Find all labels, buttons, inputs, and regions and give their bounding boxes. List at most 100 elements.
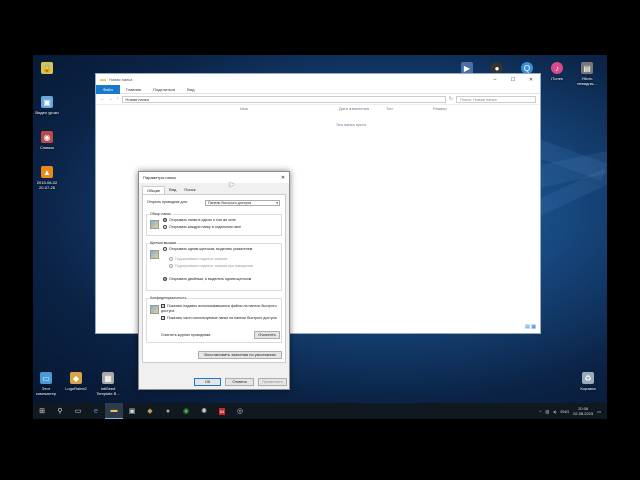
address-row: ← → ↑ Новая папка ↻ Поиск: Новая папка <box>96 94 540 105</box>
checkbox[interactable] <box>161 315 165 320</box>
logo-icon: ◆ <box>70 372 82 384</box>
app-icon-5[interactable]: ◎ <box>231 403 249 419</box>
desktop-icon-lock[interactable]: 🔒 <box>29 62 65 76</box>
click-group-title: Щелчки мышью <box>149 241 178 246</box>
folder-options-dialog[interactable]: Параметры папок ✕ Общие Вид Поиск Открыт… <box>138 171 290 390</box>
tab-view[interactable]: Вид <box>181 87 200 92</box>
store-icon[interactable]: ▣ <box>123 403 141 419</box>
start-button[interactable]: ⊞ <box>33 403 51 419</box>
recycle-bin-icon: ♻ <box>582 372 594 384</box>
address-bar[interactable]: Новая папка <box>121 95 446 103</box>
search-input[interactable]: Поиск: Новая папка <box>456 95 536 103</box>
radio-button[interactable] <box>169 264 173 269</box>
clear-history-button[interactable]: Очистить <box>254 331 280 339</box>
search-icon[interactable]: ⚲ <box>51 403 69 419</box>
desktop-icon-template[interactable]: ▦ IntiSeed Template B... <box>90 372 126 396</box>
chevron-up-icon[interactable]: ^ <box>540 409 542 414</box>
mouse-cursor-icon: ➤ <box>228 180 235 189</box>
browse-folders-group: Обзор папок Открывать папки в одном и то… <box>146 212 282 236</box>
radio-single-click[interactable]: Открывать одним щелчком, выделять указат… <box>163 247 279 252</box>
radio-label: Открывать папки в одном и том же окне <box>169 218 236 222</box>
radio-button[interactable] <box>169 257 173 262</box>
desktop-icon-logo[interactable]: ◆ LogoRaine2 <box>58 372 94 391</box>
desktop-icon-label: Корзина <box>580 386 596 391</box>
tab-search[interactable]: Поиск <box>180 186 199 194</box>
radio-button[interactable] <box>163 277 167 282</box>
radio-same-window[interactable]: Открывать папки в одном и том же окне <box>163 218 281 223</box>
radio-label: Открывать одним щелчком, выделять указат… <box>169 247 253 251</box>
app-64-badge: 64 <box>218 407 226 415</box>
address-text: Новая папка <box>125 96 149 102</box>
minimize-button[interactable]: – <box>486 77 504 83</box>
column-size[interactable]: Размер <box>433 106 473 111</box>
app-icon-4[interactable]: ✺ <box>195 403 213 419</box>
checkbox-frequent-folders[interactable]: Показать часто используемые папки на пан… <box>161 315 281 321</box>
privacy-group-title: Конфиденциальность <box>149 296 188 301</box>
ok-button[interactable]: ОК <box>194 378 221 386</box>
forward-icon[interactable]: → <box>108 96 113 102</box>
file-explorer-icon[interactable]: ▬ <box>105 403 123 419</box>
radio-button[interactable] <box>163 247 167 252</box>
empty-folder-text: Эта папка пуста. <box>336 122 367 127</box>
up-icon[interactable]: ↑ <box>116 96 119 102</box>
explorer-title: Новая папка <box>109 77 133 82</box>
app-icon-2[interactable]: ● <box>159 403 177 419</box>
template-icon: ▦ <box>102 372 114 384</box>
tab-view-options[interactable]: Вид <box>165 186 180 194</box>
checkbox[interactable] <box>161 303 165 308</box>
close-button[interactable]: ✕ <box>522 77 540 83</box>
tab-home[interactable]: Главная <box>120 87 147 92</box>
desktop-icon-kill-process[interactable]: ▤ Убить невидны... <box>569 62 605 86</box>
view-toggle-icon[interactable]: ▤ ▦ <box>525 324 536 330</box>
network-icon[interactable]: ▥ <box>545 409 549 414</box>
radio-button[interactable] <box>163 225 167 230</box>
language-indicator[interactable]: ENG <box>561 409 570 414</box>
desktop-icon-video-file[interactable]: ▲ 2015-08-02 20-07-26 <box>29 166 65 190</box>
app-64-icon[interactable]: 64 <box>213 403 231 419</box>
desktop-icon-video-lessons[interactable]: ▣ Видео уроки <box>29 96 65 115</box>
radio-label: Подчеркивать подписи значков <box>175 257 228 261</box>
explorer-titlebar[interactable]: ▬ Новая папка – ☐ ✕ <box>96 74 540 85</box>
desktop-icon-snapshot[interactable]: ◉ Снимок <box>29 131 65 150</box>
radio-double-click[interactable]: Открывать двойным, а выделять одним щелч… <box>163 277 279 282</box>
tab-file[interactable]: Файл <box>96 84 120 94</box>
clear-history-label: Очистить журнал проводника <box>161 333 211 337</box>
cancel-button[interactable]: Отмена <box>225 378 254 386</box>
app-icon-3[interactable]: ◉ <box>177 403 195 419</box>
desktop-icon-recycle-bin[interactable]: ♻ Корзина <box>570 372 606 391</box>
restore-defaults-button[interactable]: Восстановить значения по умолчанию <box>198 351 282 359</box>
privacy-icon <box>150 305 159 314</box>
dialog-titlebar[interactable]: Параметры папок ✕ <box>139 172 289 183</box>
clock[interactable]: 20:08 02.08.2015 <box>573 406 593 416</box>
mouse-click-group: Щелчки мышью Открывать одним щелчком, вы… <box>146 241 282 291</box>
column-type[interactable]: Тип <box>386 106 433 111</box>
app-icon-1[interactable]: ◆ <box>141 403 159 419</box>
checkbox-recent-files[interactable]: Показать недавно использовавшиеся файлы … <box>161 303 281 313</box>
clock-date: 02.08.2015 <box>573 411 594 416</box>
radio-new-window[interactable]: Открывать каждую папку в отдельном окне <box>163 225 281 230</box>
notifications-icon[interactable]: ▭ <box>597 409 601 414</box>
video-lessons-icon: ▣ <box>41 96 53 108</box>
open-explorer-value: Панель быстрого доступа <box>208 201 252 205</box>
tab-general[interactable]: Общие <box>142 186 166 194</box>
privacy-group: Конфиденциальность Показать недавно испо… <box>146 296 282 343</box>
tab-share[interactable]: Поделиться <box>147 87 181 92</box>
radio-button[interactable] <box>163 218 167 223</box>
column-date[interactable]: Дата изменения <box>339 106 386 111</box>
open-explorer-select[interactable]: Панель быстрого доступа ▾ <box>205 200 280 206</box>
maximize-button[interactable]: ☐ <box>504 77 522 83</box>
mouse-click-icon <box>150 250 159 259</box>
volume-icon[interactable]: ◂) <box>553 409 556 414</box>
radio-underline-hover[interactable]: Подчеркивать подписи значков при наведен… <box>169 264 279 269</box>
apply-button[interactable]: Применить <box>258 378 287 386</box>
back-icon[interactable]: ← <box>100 96 105 102</box>
column-name[interactable]: Имя <box>236 106 339 111</box>
task-view-icon[interactable]: ▭ <box>69 403 87 419</box>
radio-underline-always[interactable]: Подчеркивать подписи значков <box>169 257 279 262</box>
dialog-title: Параметры папок <box>143 175 176 180</box>
edge-icon[interactable]: e <box>87 403 105 419</box>
column-headers: Имя Дата изменения Тип Размер <box>236 106 473 111</box>
refresh-icon[interactable]: ↻ <box>449 96 453 102</box>
dialog-close-button[interactable]: ✕ <box>277 175 289 181</box>
desktop-icon-label: LogoRaine2 <box>65 386 87 391</box>
